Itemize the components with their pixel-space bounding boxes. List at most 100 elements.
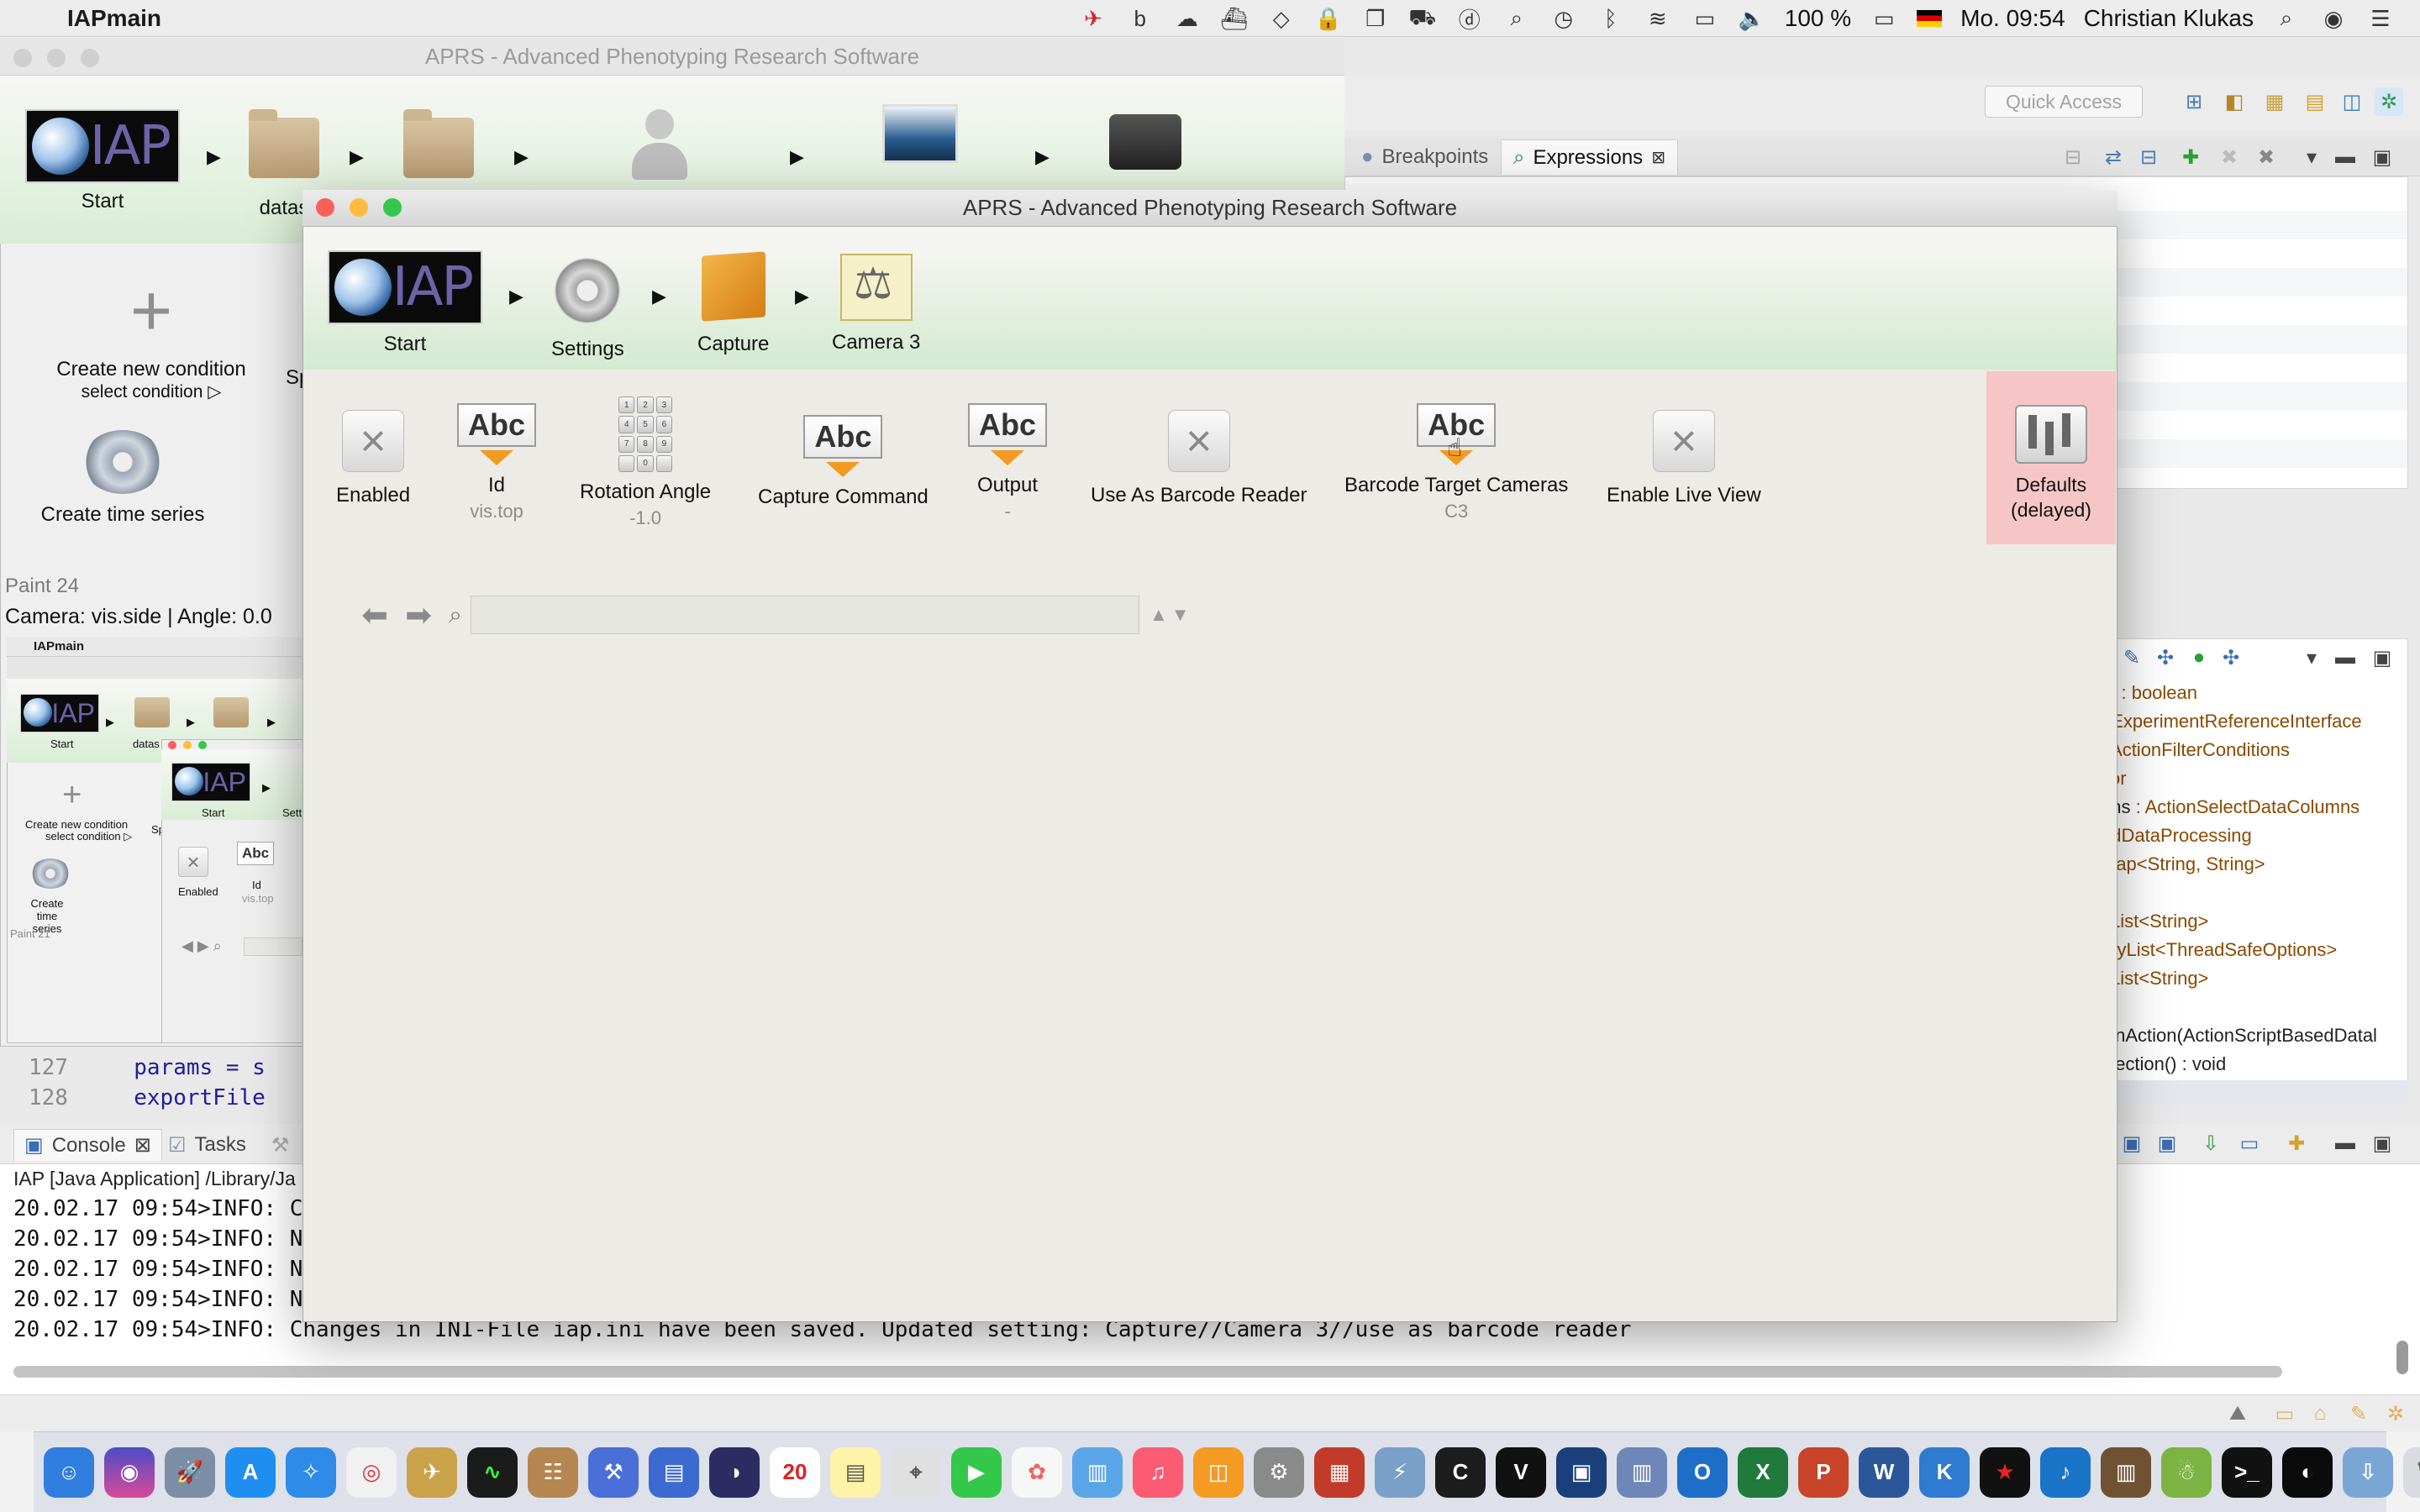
iap-dock-icon[interactable]: ◐ (2282, 1446, 2333, 1498)
remove-expression-icon[interactable]: ✖ (2215, 143, 2244, 171)
back-close-icon[interactable] (13, 49, 32, 67)
debug-perspective-icon[interactable]: ✲ (2375, 87, 2403, 116)
display-console-icon[interactable]: ▭ (2235, 1129, 2264, 1158)
tag-status-icon[interactable]: ◇ (1267, 6, 1296, 31)
scroll-lock-icon[interactable]: ⇩ (2196, 1129, 2225, 1158)
back-arrow-icon[interactable]: ⬅ (353, 596, 397, 634)
airplay-icon[interactable]: ▭ (1691, 6, 1719, 31)
x-toggle-icon[interactable]: × (1652, 410, 1715, 472)
back-nav-screen[interactable] (882, 104, 958, 163)
activity-monitor-icon[interactable]: ∿ (467, 1446, 518, 1498)
siri-icon[interactable]: ◉ (2319, 6, 2348, 31)
calendar-icon[interactable]: 20 (770, 1446, 820, 1498)
setting-enable-live-view[interactable]: × Enable Live View (1607, 410, 1761, 507)
german-flag-icon[interactable] (1917, 10, 1943, 27)
forward-arrow-icon[interactable]: ➡ (397, 596, 440, 634)
console-minimize-icon[interactable]: ▬ (2331, 1129, 2360, 1158)
b-status-icon[interactable]: b (1126, 6, 1155, 31)
sort-down-icon[interactable]: ▼ (1171, 604, 1190, 626)
keka-icon[interactable]: K (1919, 1446, 1970, 1498)
word-icon[interactable]: W (1859, 1446, 1909, 1498)
xcode-icon[interactable]: ⚒ (588, 1446, 639, 1498)
maps-icon[interactable]: ⌖ (891, 1446, 941, 1498)
tab-tasks[interactable]: ☑ Tasks ⚒ (168, 1129, 289, 1161)
tab-console[interactable]: ▣ Console ⊠ (13, 1129, 162, 1161)
remove-all-icon[interactable]: ✖ (2252, 143, 2281, 171)
team-perspective-icon[interactable]: ◫ (2338, 87, 2366, 116)
horizontal-scrollbar[interactable] (13, 1366, 2282, 1378)
tab-breakpoints[interactable]: ● Breakpoints (1349, 139, 1500, 175)
tab-expressions[interactable]: ⌕ Expressions ⊠ (1501, 139, 1678, 175)
code-line[interactable]: 127 params = s (29, 1055, 266, 1080)
back-minimize-icon[interactable] (47, 49, 66, 67)
back-nav-start[interactable]: IAP Start (25, 109, 180, 213)
git-perspective-icon[interactable]: ▦ (2260, 87, 2289, 116)
facetime-icon[interactable]: ▶ (951, 1446, 1002, 1498)
volume-icon[interactable]: 🔈 (1738, 6, 1766, 31)
variable-row[interactable]: nns : ActionSelectDataColumns (2101, 796, 2360, 818)
create-condition-button[interactable]: + Create new condition select condition … (25, 275, 277, 402)
network-icon[interactable]: ⚡ (1375, 1446, 1425, 1498)
downloads-folder-icon[interactable]: ⇩ (2343, 1446, 2393, 1498)
setting-id[interactable]: Abc Id vis.top (457, 403, 536, 522)
books-shelf-icon[interactable]: ▥ (2101, 1446, 2151, 1498)
notification-center-icon[interactable]: ☰ (2366, 6, 2395, 31)
console-maximize-icon[interactable]: ▣ (2368, 1129, 2396, 1158)
remove-launch-icon[interactable]: ▣ (2153, 1129, 2181, 1158)
contacts-icon[interactable]: ☷ (528, 1446, 578, 1498)
variable-row[interactable]: Map<String, String> (2101, 853, 2265, 875)
notes-icon[interactable]: ▤ (830, 1446, 881, 1498)
status-map-icon[interactable]: ▭ (2270, 1399, 2299, 1428)
link-icon[interactable]: ⇄ (2099, 143, 2128, 171)
preview-icon[interactable]: ✈ (407, 1446, 457, 1498)
variable-row[interactable]: rayList<ThreadSafeOptions> (2101, 939, 2337, 961)
collapse-all-icon[interactable]: ⊟ (2059, 143, 2087, 171)
viewnx-icon[interactable]: V (1496, 1446, 1546, 1498)
excel-icon[interactable]: X (1738, 1446, 1788, 1498)
new-console-icon[interactable]: ✚ (2282, 1129, 2311, 1158)
open-perspective-icon[interactable]: ⊞ (2180, 87, 2208, 116)
select-condition-label[interactable]: select condition ▷ (82, 381, 222, 402)
close-icon[interactable]: ⊠ (134, 1133, 151, 1158)
variable-row[interactable]: edDataProcessing (2101, 825, 2252, 847)
user-name[interactable]: Christian Klukas (2084, 5, 2254, 32)
nav-camera-3[interactable]: Camera 3 (832, 254, 920, 354)
nav-settings[interactable]: Settings (551, 255, 624, 361)
show-types-icon[interactable]: ✣ (2151, 643, 2180, 672)
variable-row[interactable]: election() : void (2101, 1053, 2226, 1075)
star-app-icon[interactable]: ★ (1980, 1446, 2030, 1498)
files-icon[interactable]: ▤ (649, 1446, 699, 1498)
setting-use-as-barcode-reader[interactable]: × Use As Barcode Reader (1091, 410, 1307, 507)
nav-start[interactable]: IAP Start (328, 250, 482, 356)
capture-nx-icon[interactable]: C (1435, 1446, 1486, 1498)
code-line[interactable]: 128 exportFile (29, 1085, 266, 1110)
back-nav-folder[interactable] (403, 109, 474, 178)
finder-icon[interactable]: ☺ (44, 1446, 94, 1498)
view-menu-chevron-down-icon[interactable]: ▾ (2297, 143, 2326, 171)
siri-icon[interactable]: ◉ (104, 1446, 155, 1498)
itunes-icon[interactable]: ♫ (1133, 1446, 1183, 1498)
trash-icon[interactable]: 🗑 (2403, 1446, 2420, 1498)
x-toggle-icon[interactable]: × (1167, 410, 1230, 472)
app-menu[interactable]: IAPmain (67, 5, 161, 32)
status-icon[interactable]: ⛰ (2223, 1399, 2252, 1428)
back-nav-camera[interactable] (1109, 114, 1181, 170)
keynote-icon[interactable]: ▥ (1072, 1446, 1123, 1498)
variable-row[interactable]: : ExperimentReferenceInterface (2101, 711, 2362, 732)
docker-status-icon[interactable]: ⛴ (1220, 6, 1249, 31)
battery-percent[interactable]: 100 % (1785, 5, 1851, 32)
defaults-delayed-button[interactable]: Defaults (delayed) (1986, 371, 2116, 544)
variables-menu-chevron-down-icon[interactable]: ▾ (2297, 643, 2326, 672)
setting-rotation-angle[interactable]: 1234567890 Rotation Angle -1.0 (580, 396, 711, 529)
status-pen-icon[interactable]: ✎ (2344, 1399, 2373, 1428)
outlook-icon[interactable]: O (1677, 1446, 1728, 1498)
variable-row[interactable]: : ActionFilterConditions (2101, 739, 2290, 761)
time-machine-icon[interactable]: ◷ (1549, 6, 1578, 31)
back-nav-person[interactable] (630, 109, 689, 180)
terminal-icon[interactable]: >_ (2222, 1446, 2272, 1498)
chrome-icon[interactable]: ◎ (346, 1446, 397, 1498)
collapse-icon[interactable]: ⊟ (2134, 143, 2163, 171)
eclipse-icon[interactable]: ◑ (709, 1446, 760, 1498)
clock[interactable]: Mo. 09:54 (1960, 5, 2065, 32)
maximize-icon[interactable]: ▣ (2368, 143, 2396, 171)
